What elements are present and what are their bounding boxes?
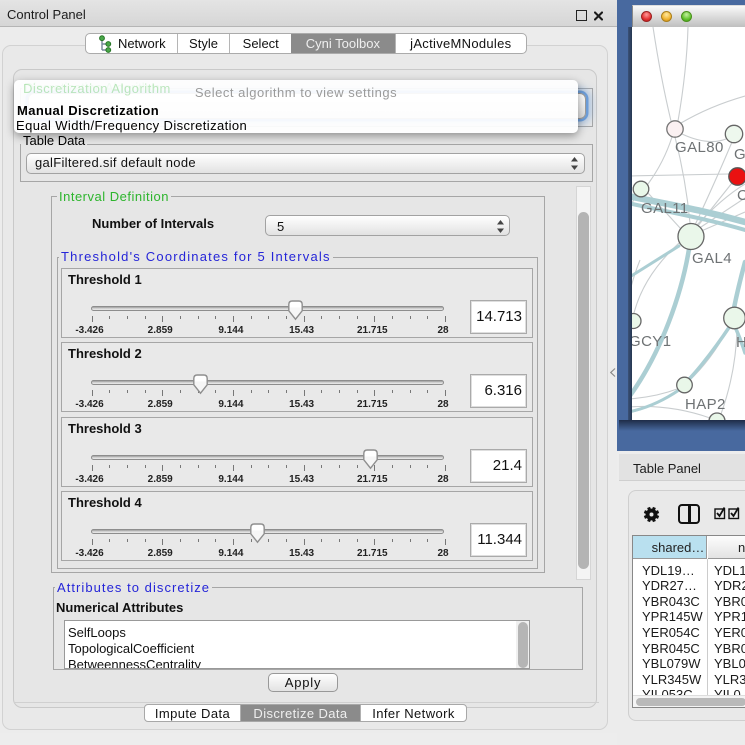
svg-text:GAL80: GAL80: [675, 139, 724, 156]
svg-text:GCY1: GCY1: [632, 333, 671, 350]
svg-text:GAL4: GAL4: [692, 250, 732, 267]
svg-text:C: C: [737, 187, 745, 204]
svg-text:HAP2: HAP2: [685, 396, 726, 413]
svg-text:H: H: [736, 334, 745, 351]
svg-text:GAL11: GAL11: [641, 200, 689, 217]
svg-text:GA: GA: [734, 146, 745, 163]
